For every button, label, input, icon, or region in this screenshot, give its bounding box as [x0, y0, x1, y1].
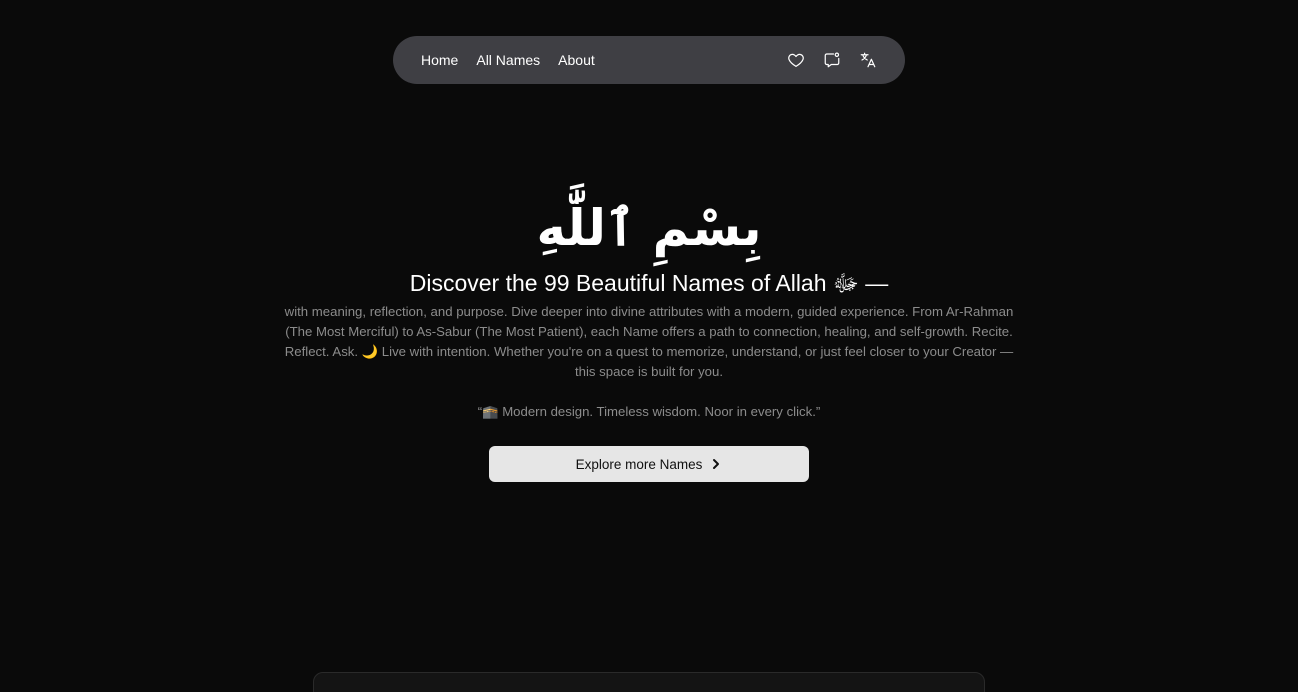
nav-link-about[interactable]: About	[558, 52, 595, 68]
bismillah-heading: بِسْمِ ٱللَّٰهِ	[536, 199, 762, 257]
heart-icon[interactable]	[787, 51, 805, 69]
explore-button-label: Explore more Names	[575, 456, 703, 472]
hero-description: with meaning, reflection, and purpose. D…	[284, 304, 1014, 379]
hero-quote: “🕋 Modern design. Timeless wisdom. Noor …	[477, 404, 821, 419]
chevron-right-icon	[710, 458, 722, 470]
bottom-card	[313, 672, 985, 692]
hero-title: Discover the 99 Beautiful Names of Allah…	[409, 270, 889, 296]
translate-icon[interactable]	[859, 51, 877, 69]
feedback-icon[interactable]	[823, 51, 841, 69]
nav-link-home[interactable]: Home	[421, 52, 458, 68]
nav-link-all-names[interactable]: All Names	[476, 52, 540, 68]
nav-links: Home All Names About	[421, 52, 595, 68]
hero-section: بِسْمِ ٱللَّٰهِ Discover the 99 Beautifu…	[0, 188, 1298, 422]
page: Home All Names About بِسْمِ ٱللَّٰهِ Dis…	[0, 0, 1298, 692]
explore-more-names-button[interactable]: Explore more Names	[489, 446, 809, 482]
top-navbar: Home All Names About	[393, 36, 905, 84]
nav-icons	[787, 51, 877, 69]
